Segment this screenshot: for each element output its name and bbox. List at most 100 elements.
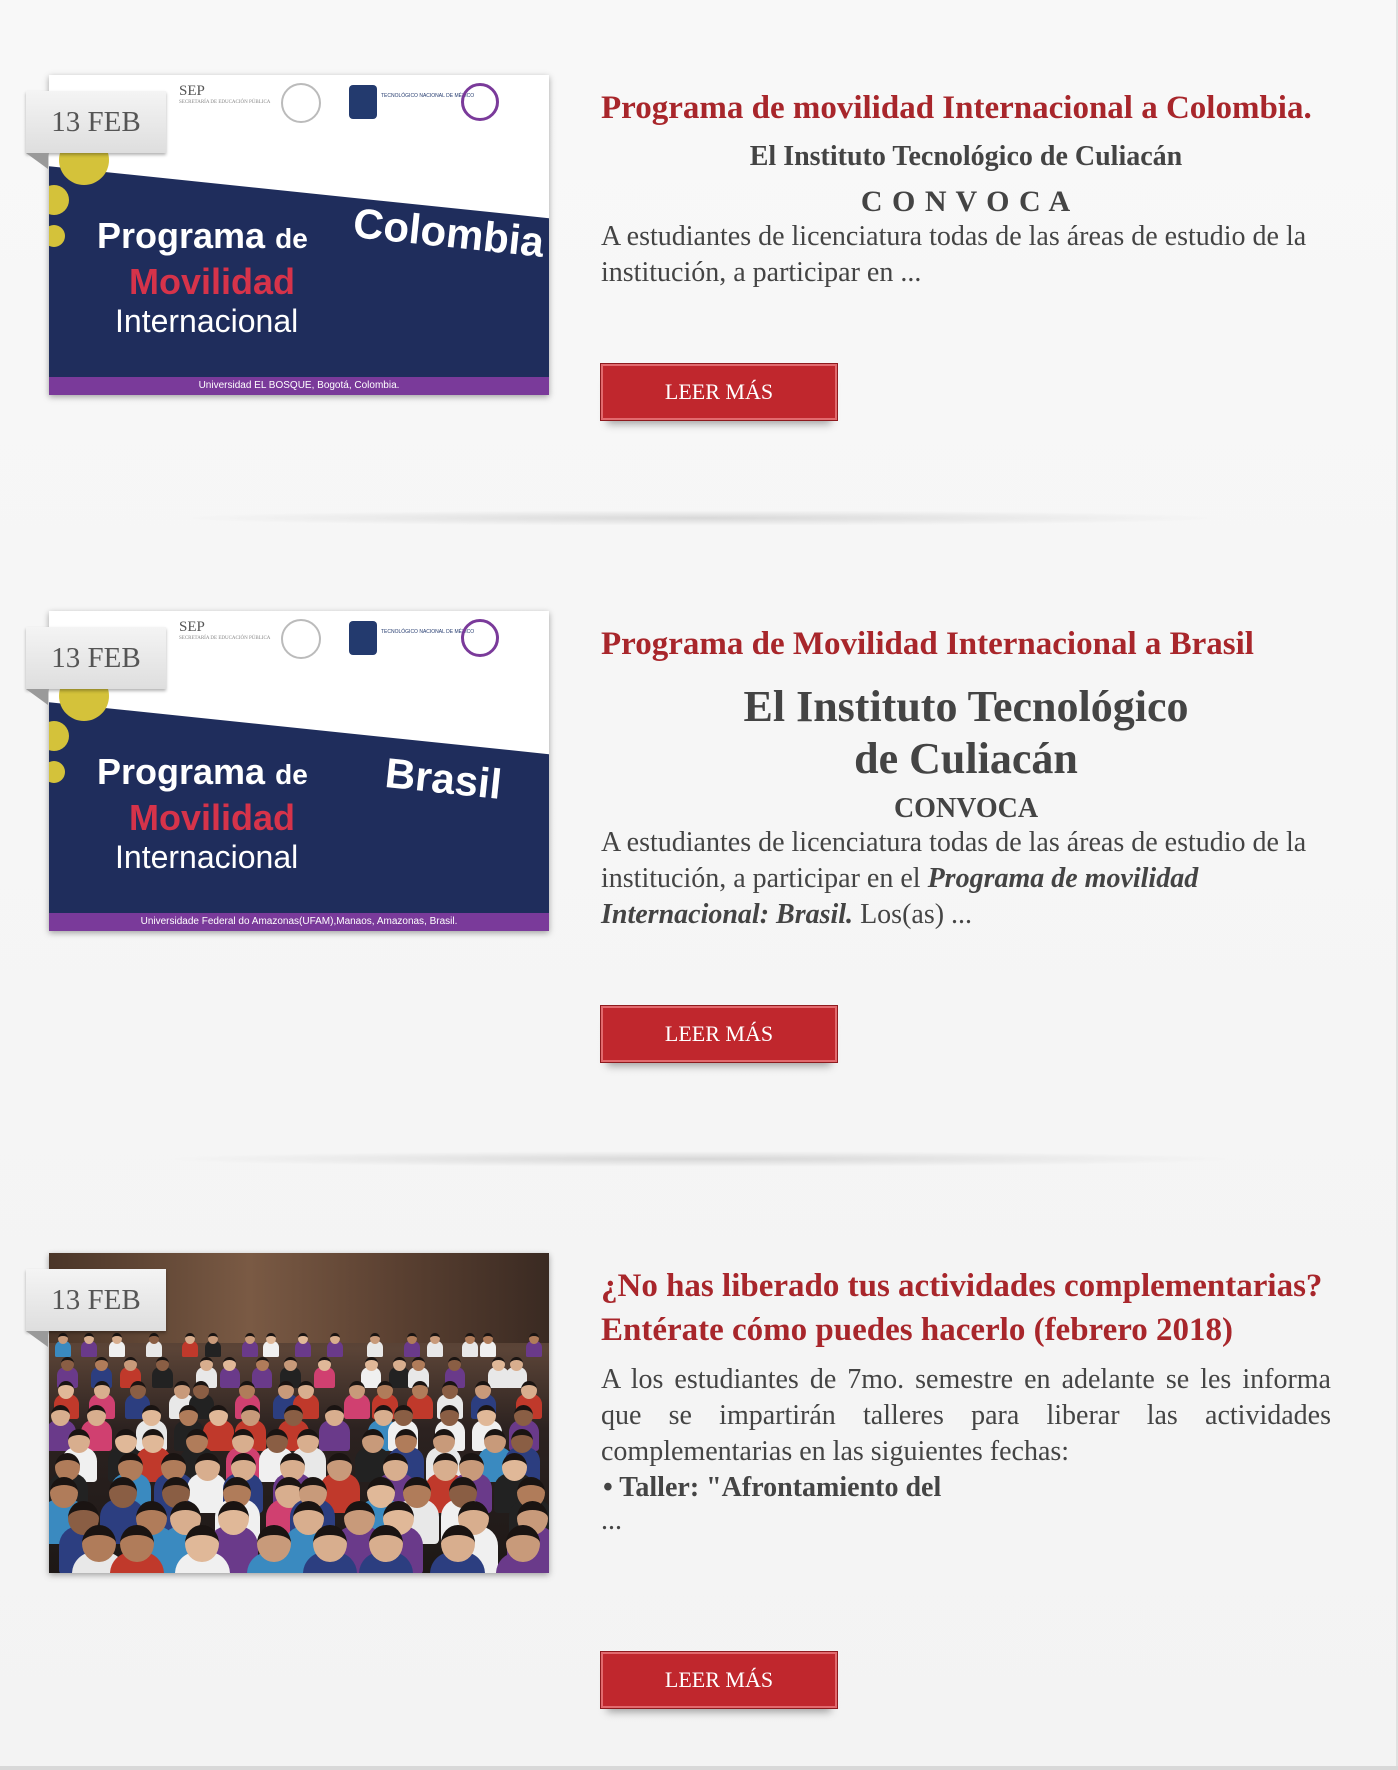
person-head: [464, 1333, 475, 1344]
tecnm-logo-text: TECNOLÓGICO NACIONAL DE MÉXICO: [381, 629, 475, 635]
itc-logo: [461, 83, 499, 121]
institution-line1: El Instituto Tecnológico: [743, 681, 1189, 731]
person-head: [373, 1405, 393, 1426]
poster-line2: Movilidad: [129, 261, 296, 302]
person-head: [393, 1405, 413, 1426]
page-footer-line: [0, 1766, 1398, 1770]
date-badge: 13 FEB: [26, 627, 166, 705]
person-head: [240, 1405, 260, 1426]
person-head: [244, 1333, 255, 1344]
person-head: [361, 1429, 384, 1454]
person-head: [377, 1381, 394, 1399]
tecnm-logo: [349, 621, 377, 655]
person-head: [383, 1453, 409, 1481]
person-head: [266, 1333, 277, 1344]
post-convoca: C O N V O C A: [860, 184, 1072, 218]
person-head: [173, 1381, 190, 1399]
person-head: [123, 1357, 137, 1372]
poster-line2: Movilidad: [129, 797, 296, 838]
person-head: [501, 1453, 527, 1481]
person-head: [297, 1381, 314, 1399]
person-head: [475, 1381, 492, 1399]
person-head: [395, 1429, 418, 1454]
person-head: [265, 1429, 288, 1454]
post-excerpt: A estudiantes de licenciatura todas de l…: [601, 220, 1307, 288]
tecnm-logo-text: TECNOLÓGICO NACIONAL DE MÉXICO: [381, 93, 475, 99]
person-head: [217, 1501, 249, 1536]
person-head: [108, 1477, 137, 1508]
person-head: [194, 1453, 220, 1481]
person-head: [528, 1333, 539, 1344]
person-head: [94, 1357, 108, 1372]
person-head: [58, 1381, 75, 1399]
poster-banner: [49, 166, 549, 395]
person-head: [491, 1357, 505, 1372]
person-head: [406, 1333, 417, 1344]
person-head: [193, 1381, 210, 1399]
person-head: [87, 1405, 107, 1426]
person-head: [278, 1381, 295, 1399]
person-head: [432, 1453, 458, 1481]
post-title[interactable]: Programa de movilidad Internacional a Co…: [601, 86, 1331, 131]
workshop-list: • Taller: "Afrontamiento del: [601, 1470, 1331, 1506]
person-head: [114, 1429, 137, 1454]
person-head: [348, 1381, 365, 1399]
person-head: [119, 1525, 154, 1563]
list-item: • Taller: "Afrontamiento del: [603, 1472, 942, 1503]
person-head: [209, 1405, 229, 1426]
person-head: [184, 1333, 195, 1344]
post-institution: El Instituto Tecnológico de Culiacán: [749, 140, 1183, 172]
person-head: [280, 1453, 306, 1481]
poster-line3: Internacional: [115, 303, 299, 339]
read-more-button[interactable]: LEER MÁS: [600, 1005, 838, 1063]
itc-logo: [461, 619, 499, 657]
person-head: [327, 1453, 353, 1481]
person-head: [207, 1333, 218, 1344]
person-head: [520, 1381, 537, 1399]
person-head: [55, 1453, 81, 1481]
post-title[interactable]: Programa de Movilidad Internacional a Br…: [601, 622, 1331, 667]
person-head: [412, 1381, 429, 1399]
read-more-button[interactable]: LEER MÁS: [600, 363, 838, 421]
post-title[interactable]: ¿No has liberado tus actividades complem…: [601, 1264, 1331, 1352]
poster-line3: Internacional: [115, 839, 299, 875]
institution-line2: de Culiacán: [854, 733, 1078, 783]
date-badge: 13 FEB: [26, 91, 166, 169]
post-excerpt: A los estudiantes de 7mo. semestre en ad…: [601, 1364, 1331, 1467]
person-head: [255, 1357, 269, 1372]
person-head: [60, 1357, 74, 1372]
person-head: [364, 1357, 378, 1372]
post-excerpt: A estudiantes de licenciatura todas de l…: [601, 826, 1307, 930]
poster-line1: Programa de: [97, 751, 308, 792]
divider: [160, 510, 1240, 526]
read-more-button[interactable]: LEER MÁS: [600, 1651, 838, 1709]
tecnm-logo: [349, 85, 377, 119]
ellipsis: ...: [601, 1505, 622, 1536]
post-content: ¿No has liberado tus actividades complem…: [601, 1264, 1331, 1536]
person-head: [325, 1405, 345, 1426]
person-head: [411, 1357, 425, 1372]
person-head: [505, 1525, 540, 1563]
person-head: [317, 1357, 331, 1372]
person-head: [239, 1381, 256, 1399]
person-head: [442, 1381, 459, 1399]
post-convoca: CONVOCA: [893, 792, 1039, 824]
seal-icon: [281, 83, 321, 123]
post-content: Programa de movilidad Internacional a Co…: [601, 86, 1331, 291]
person-head: [343, 1501, 375, 1536]
person-head: [432, 1429, 455, 1454]
person-head: [93, 1381, 110, 1399]
person-head: [482, 1333, 493, 1344]
date-badge: 13 FEB: [26, 1269, 166, 1347]
seal-icon: [281, 619, 321, 659]
poster-line1: Programa de: [97, 215, 308, 256]
poster-footer-text: Universidad EL BOSQUE, Bogotá, Colombia.: [198, 380, 400, 391]
person-head: [199, 1357, 213, 1372]
poster-footer-text: Universidade Federal do Amazonas(UFAM),M…: [140, 916, 458, 927]
person-head: [440, 1525, 475, 1563]
person-head: [81, 1525, 116, 1563]
person-head: [283, 1405, 303, 1426]
person-head: [129, 1381, 146, 1399]
sep-logo: SEP SECRETARÍA DE EDUCACIÓN PÚBLICA: [179, 83, 271, 105]
person-head: [429, 1333, 440, 1344]
